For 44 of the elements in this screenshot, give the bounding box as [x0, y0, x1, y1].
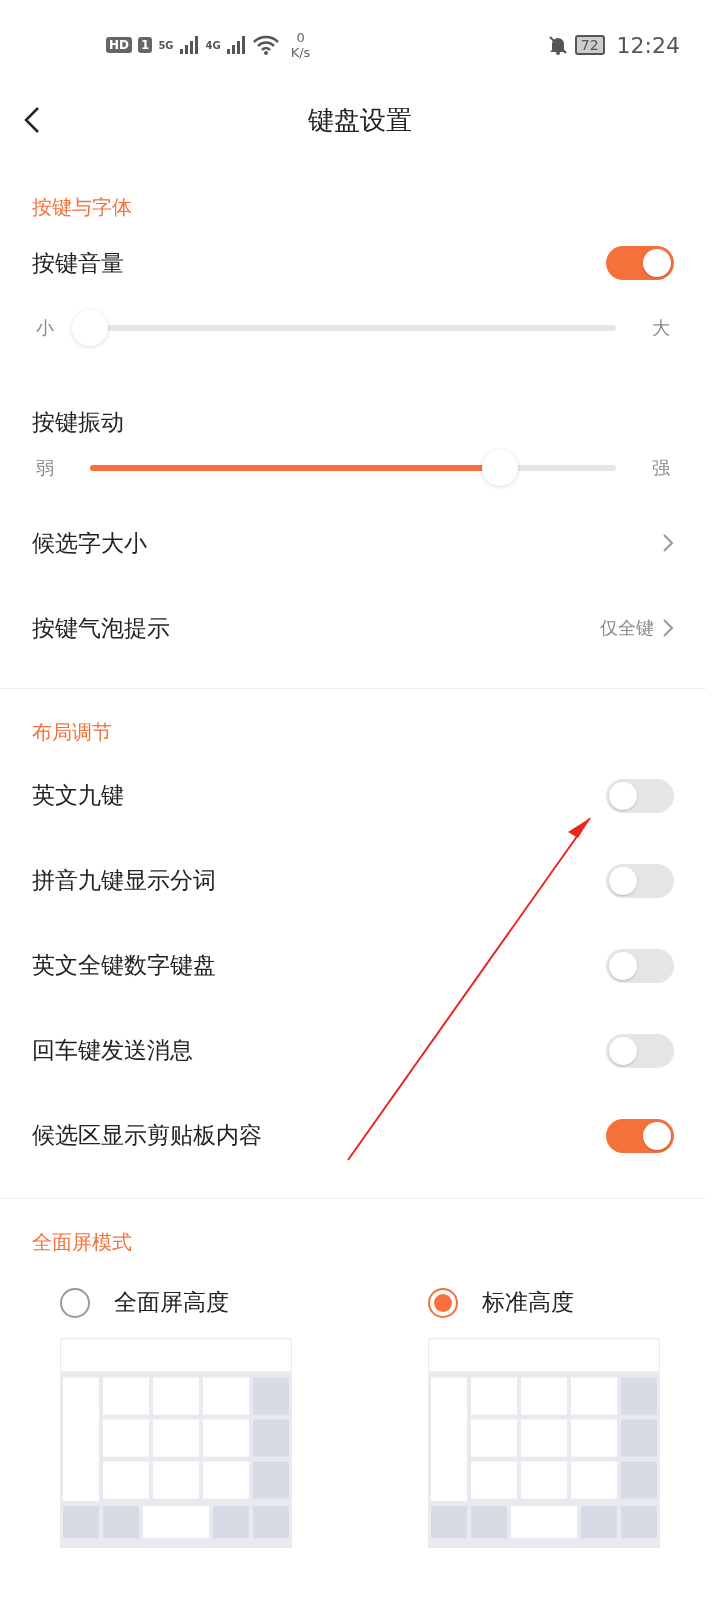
network-label: 4G	[205, 39, 221, 51]
network-label: 5G	[158, 39, 174, 51]
setting-label: 候选区显示剪贴板内容	[32, 1121, 262, 1150]
setting-label: 英文九键	[32, 781, 124, 810]
toggle-switch[interactable]	[606, 1118, 674, 1153]
setting-label[interactable]: 按键气泡提示	[32, 612, 170, 644]
wifi-icon	[252, 35, 279, 55]
setting-value: 仅全键	[600, 616, 654, 640]
bell-off-icon	[546, 34, 569, 56]
chevron-icon	[662, 618, 674, 638]
slider-min-label: 弱	[35, 456, 55, 480]
signal-icon	[226, 36, 247, 54]
speed-value: 0	[296, 30, 305, 45]
clock: 12:24	[616, 32, 680, 58]
radio-button[interactable]	[428, 1287, 458, 1318]
sim-badge: 1	[138, 37, 153, 53]
setting-label: 回车键发送消息	[32, 1036, 193, 1065]
battery-level: 72	[574, 35, 605, 55]
radio-button[interactable]	[60, 1287, 90, 1318]
setting-label: 按键音量	[32, 248, 124, 278]
setting-label: 英文全键数字键盘	[32, 951, 216, 980]
slider-min-label: 小	[35, 316, 55, 340]
slider-max-label: 强	[651, 456, 671, 480]
toggle-switch[interactable]	[606, 948, 674, 983]
toggle-switch[interactable]	[606, 863, 674, 898]
toggle-switch[interactable]	[606, 1033, 674, 1068]
slider-max-label: 大	[651, 316, 671, 340]
setting-label: 拼音九键显示分词	[32, 866, 216, 895]
toggle-switch[interactable]	[606, 778, 674, 813]
hd-badge: HD	[106, 37, 132, 53]
signal-icon	[179, 36, 200, 54]
chevron-icon	[662, 533, 674, 553]
page-title: 键盘设置	[308, 103, 412, 137]
toggle-switch[interactable]	[606, 246, 674, 280]
speed-unit: K/s	[290, 45, 311, 60]
section-title: 全面屏模式	[32, 1229, 133, 1256]
radio-option[interactable]: 标准高度	[428, 1287, 660, 1318]
section-title: 布局调节	[32, 719, 113, 746]
section-title: 按键与字体	[32, 194, 133, 221]
slider-thumb[interactable]	[482, 450, 519, 486]
slider-thumb[interactable]	[72, 310, 108, 346]
radio-option[interactable]: 全面屏高度	[60, 1287, 292, 1318]
setting-label: 按键振动	[32, 408, 124, 437]
setting-label[interactable]: 候选字大小	[32, 527, 147, 559]
